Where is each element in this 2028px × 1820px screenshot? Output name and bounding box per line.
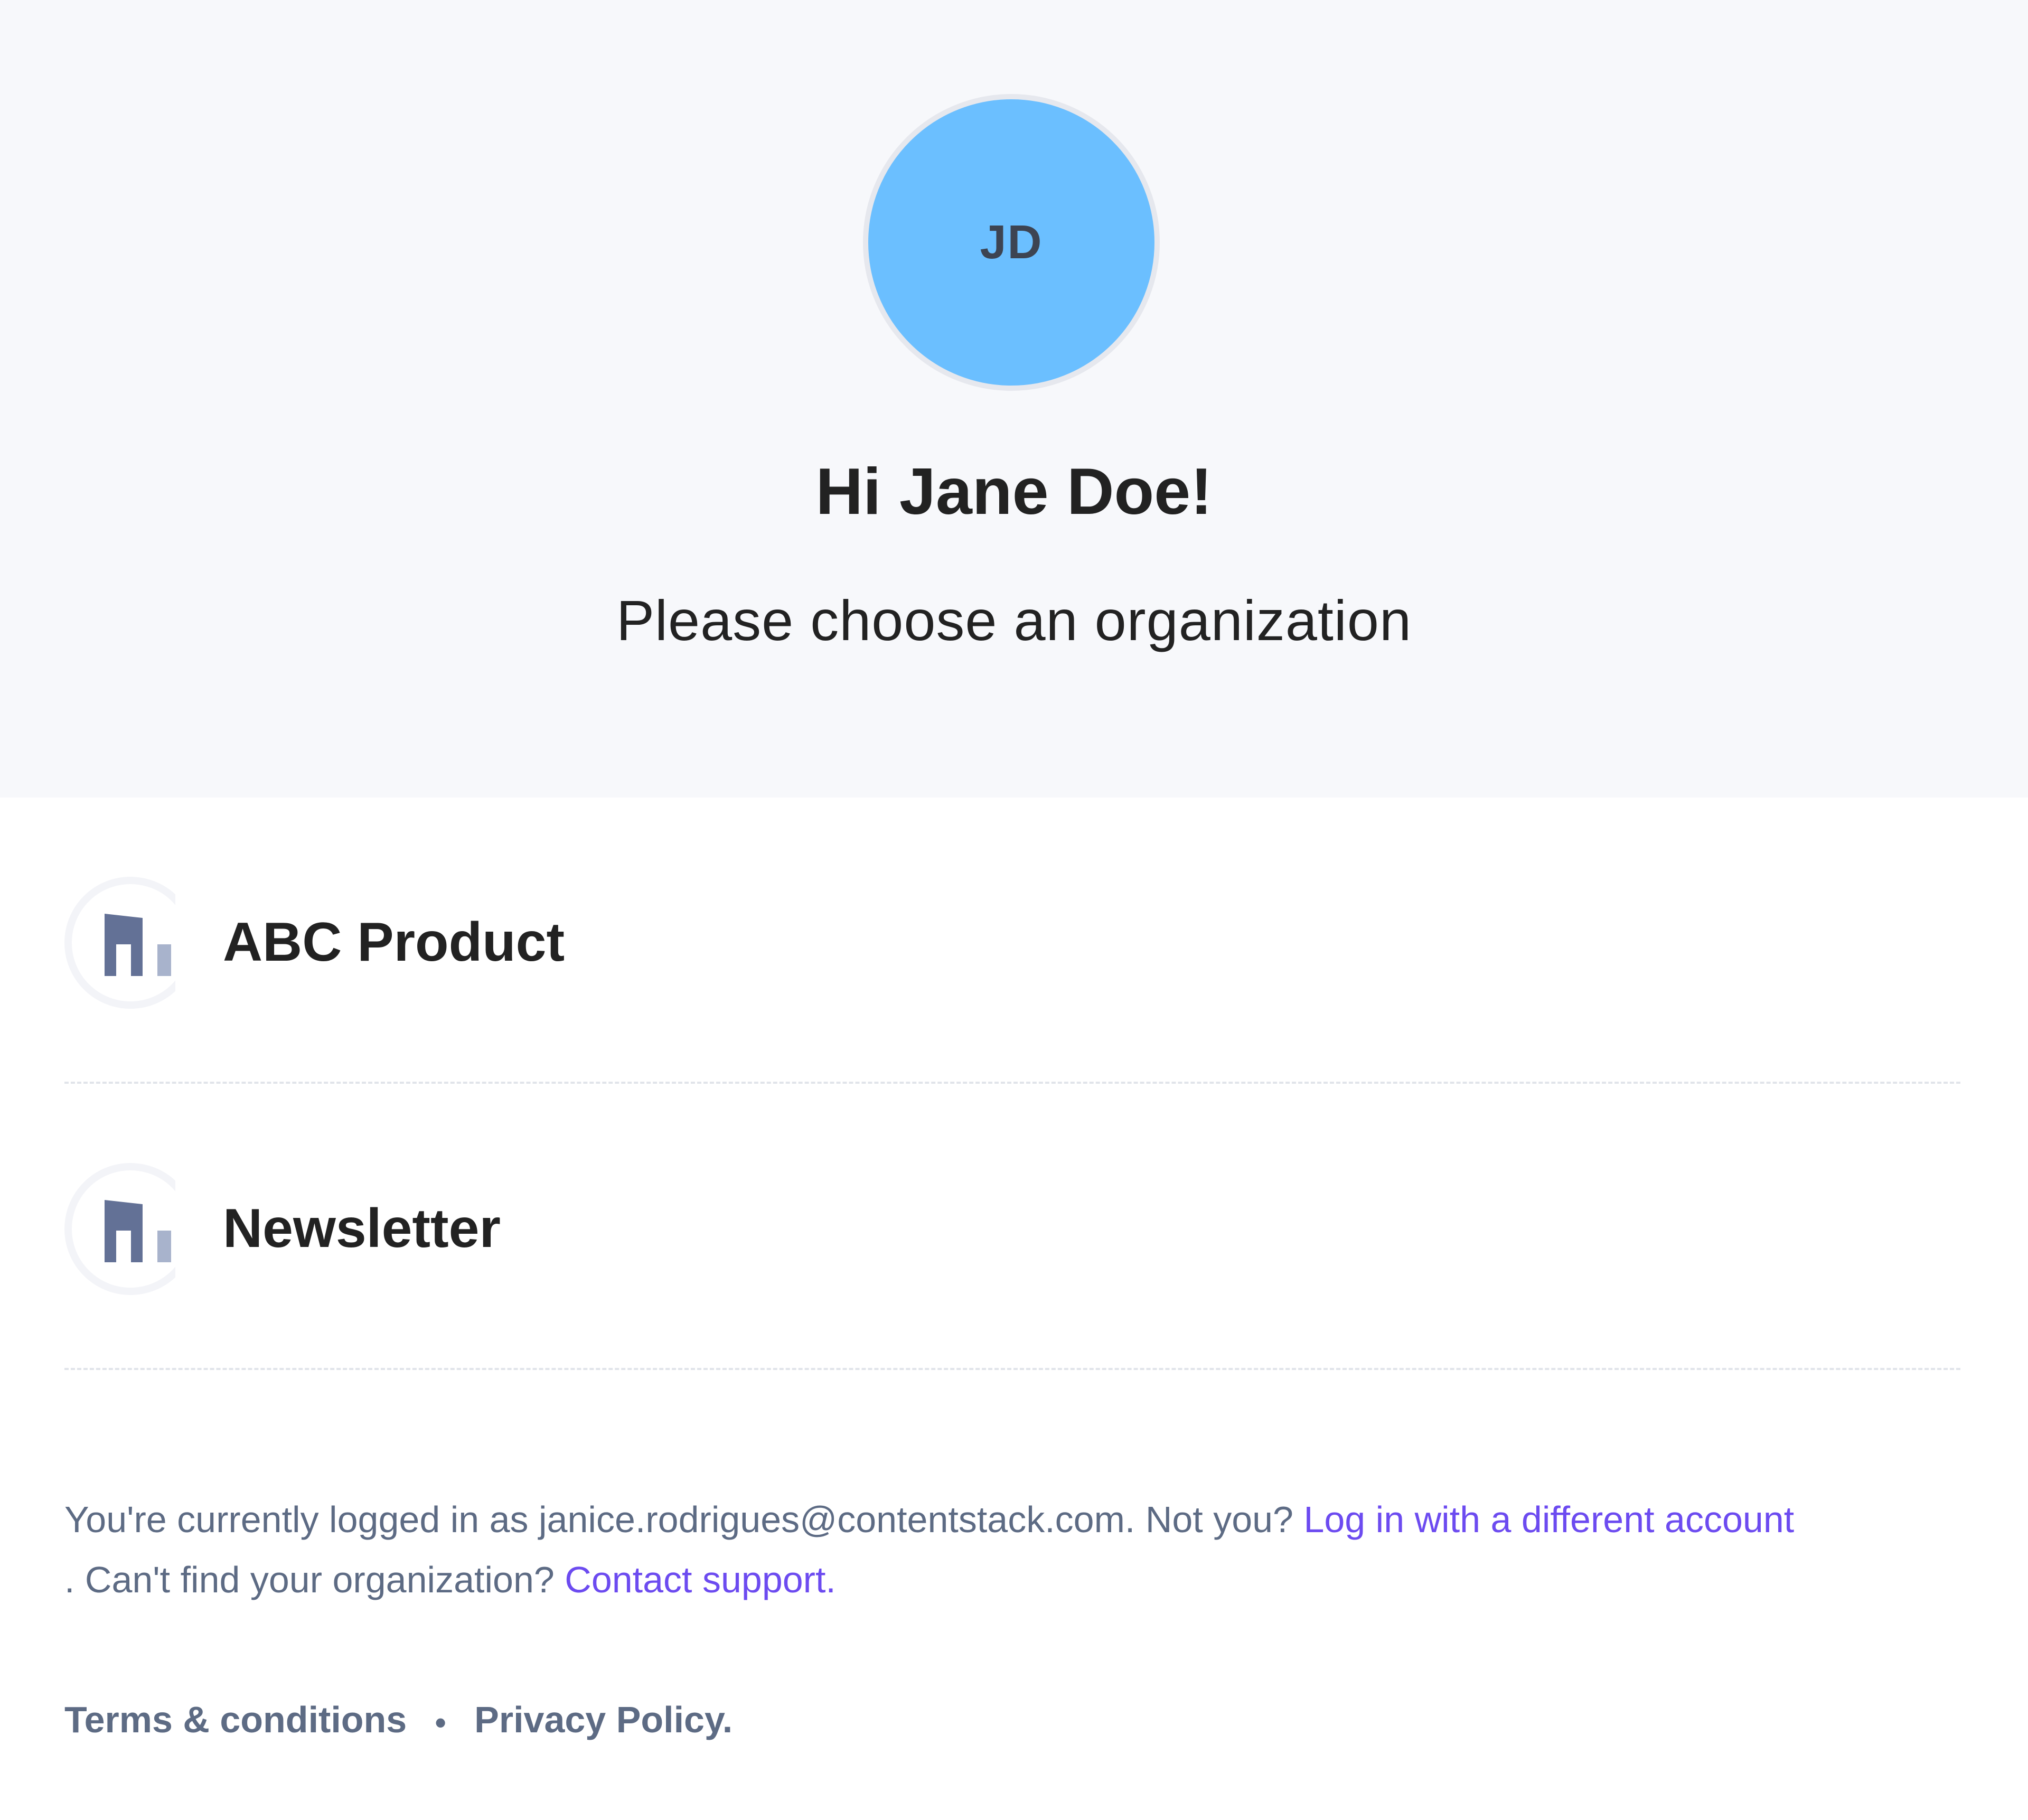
- organization-item-abc-product[interactable]: ABC Product: [64, 798, 1960, 1084]
- organization-item-newsletter[interactable]: Newsletter: [64, 1084, 1960, 1370]
- terms-link[interactable]: Terms & conditions: [64, 1699, 407, 1740]
- legal-links: Terms & conditions • Privacy Policy.: [64, 1699, 733, 1741]
- page-title: Hi Jane Doe!: [815, 455, 1213, 528]
- organization-list: ABC Product Newsletter: [64, 798, 1960, 1370]
- page-subtitle: Please choose an organization: [616, 588, 1412, 652]
- avatar: JD: [863, 94, 1160, 391]
- avatar-initials: JD: [980, 215, 1043, 269]
- login-info: You're currently logged in as janice.rod…: [64, 1489, 1976, 1610]
- contact-support-link[interactable]: Contact support.: [565, 1559, 836, 1600]
- organization-name: ABC Product: [223, 912, 565, 973]
- privacy-suffix: .: [722, 1699, 733, 1740]
- privacy-policy-link[interactable]: Privacy Policy: [474, 1699, 722, 1740]
- header-section: JD Hi Jane Doe! Please choose an organiz…: [0, 0, 2028, 798]
- organization-name: Newsletter: [223, 1198, 501, 1259]
- cant-find-text: . Can't find your organization?: [64, 1559, 565, 1600]
- organization-building-icon: [64, 877, 175, 1009]
- organization-building-icon: [64, 1163, 175, 1295]
- separator-dot: •: [435, 1705, 446, 1741]
- logged-in-text: You're currently logged in as janice.rod…: [64, 1499, 1304, 1540]
- different-account-link[interactable]: Log in with a different account: [1303, 1499, 1794, 1540]
